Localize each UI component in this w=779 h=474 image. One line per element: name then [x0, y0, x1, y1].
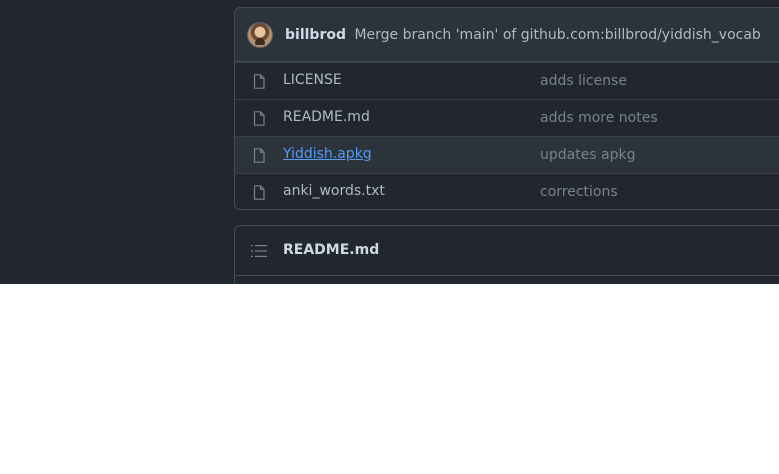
file-commit-message-link[interactable]: adds license	[540, 73, 627, 89]
author-avatar-icon[interactable]	[247, 21, 273, 48]
latest-commit-text: billbrod Merge branch 'main' of github.c…	[285, 27, 761, 43]
commit-message-link[interactable]: Merge branch 'main' of github.com:billbr…	[354, 27, 760, 43]
file-commit-message-link[interactable]: updates apkg	[540, 147, 636, 163]
file-icon	[253, 74, 265, 89]
file-icon	[253, 148, 265, 163]
list-icon[interactable]	[251, 244, 267, 258]
file-commit-message-link[interactable]: corrections	[540, 184, 618, 200]
readme-title: README.md	[283, 242, 380, 258]
readme-header: README.md	[235, 226, 779, 276]
file-row-anki-words[interactable]: anki_words.txt corrections	[235, 173, 779, 209]
file-icon	[253, 111, 265, 126]
file-name-link[interactable]: README.md	[283, 109, 370, 125]
file-name-link[interactable]: Yiddish.apkg	[283, 146, 372, 162]
file-row-yiddish-apkg[interactable]: Yiddish.apkg updates apkg	[235, 136, 779, 173]
file-row-readme[interactable]: README.md adds more notes	[235, 99, 779, 136]
readme-panel: README.md	[234, 225, 779, 284]
repository-file-view: billbrod Merge branch 'main' of github.c…	[0, 0, 779, 284]
file-row-license[interactable]: LICENSE adds license	[235, 62, 779, 99]
commit-author-link[interactable]: billbrod	[285, 27, 346, 43]
file-icon	[253, 185, 265, 200]
file-commit-message-link[interactable]: adds more notes	[540, 110, 658, 126]
latest-commit-bar: billbrod Merge branch 'main' of github.c…	[235, 8, 779, 62]
file-list-panel: billbrod Merge branch 'main' of github.c…	[234, 7, 779, 210]
file-name-link[interactable]: anki_words.txt	[283, 183, 385, 199]
file-name-link[interactable]: LICENSE	[283, 72, 342, 88]
